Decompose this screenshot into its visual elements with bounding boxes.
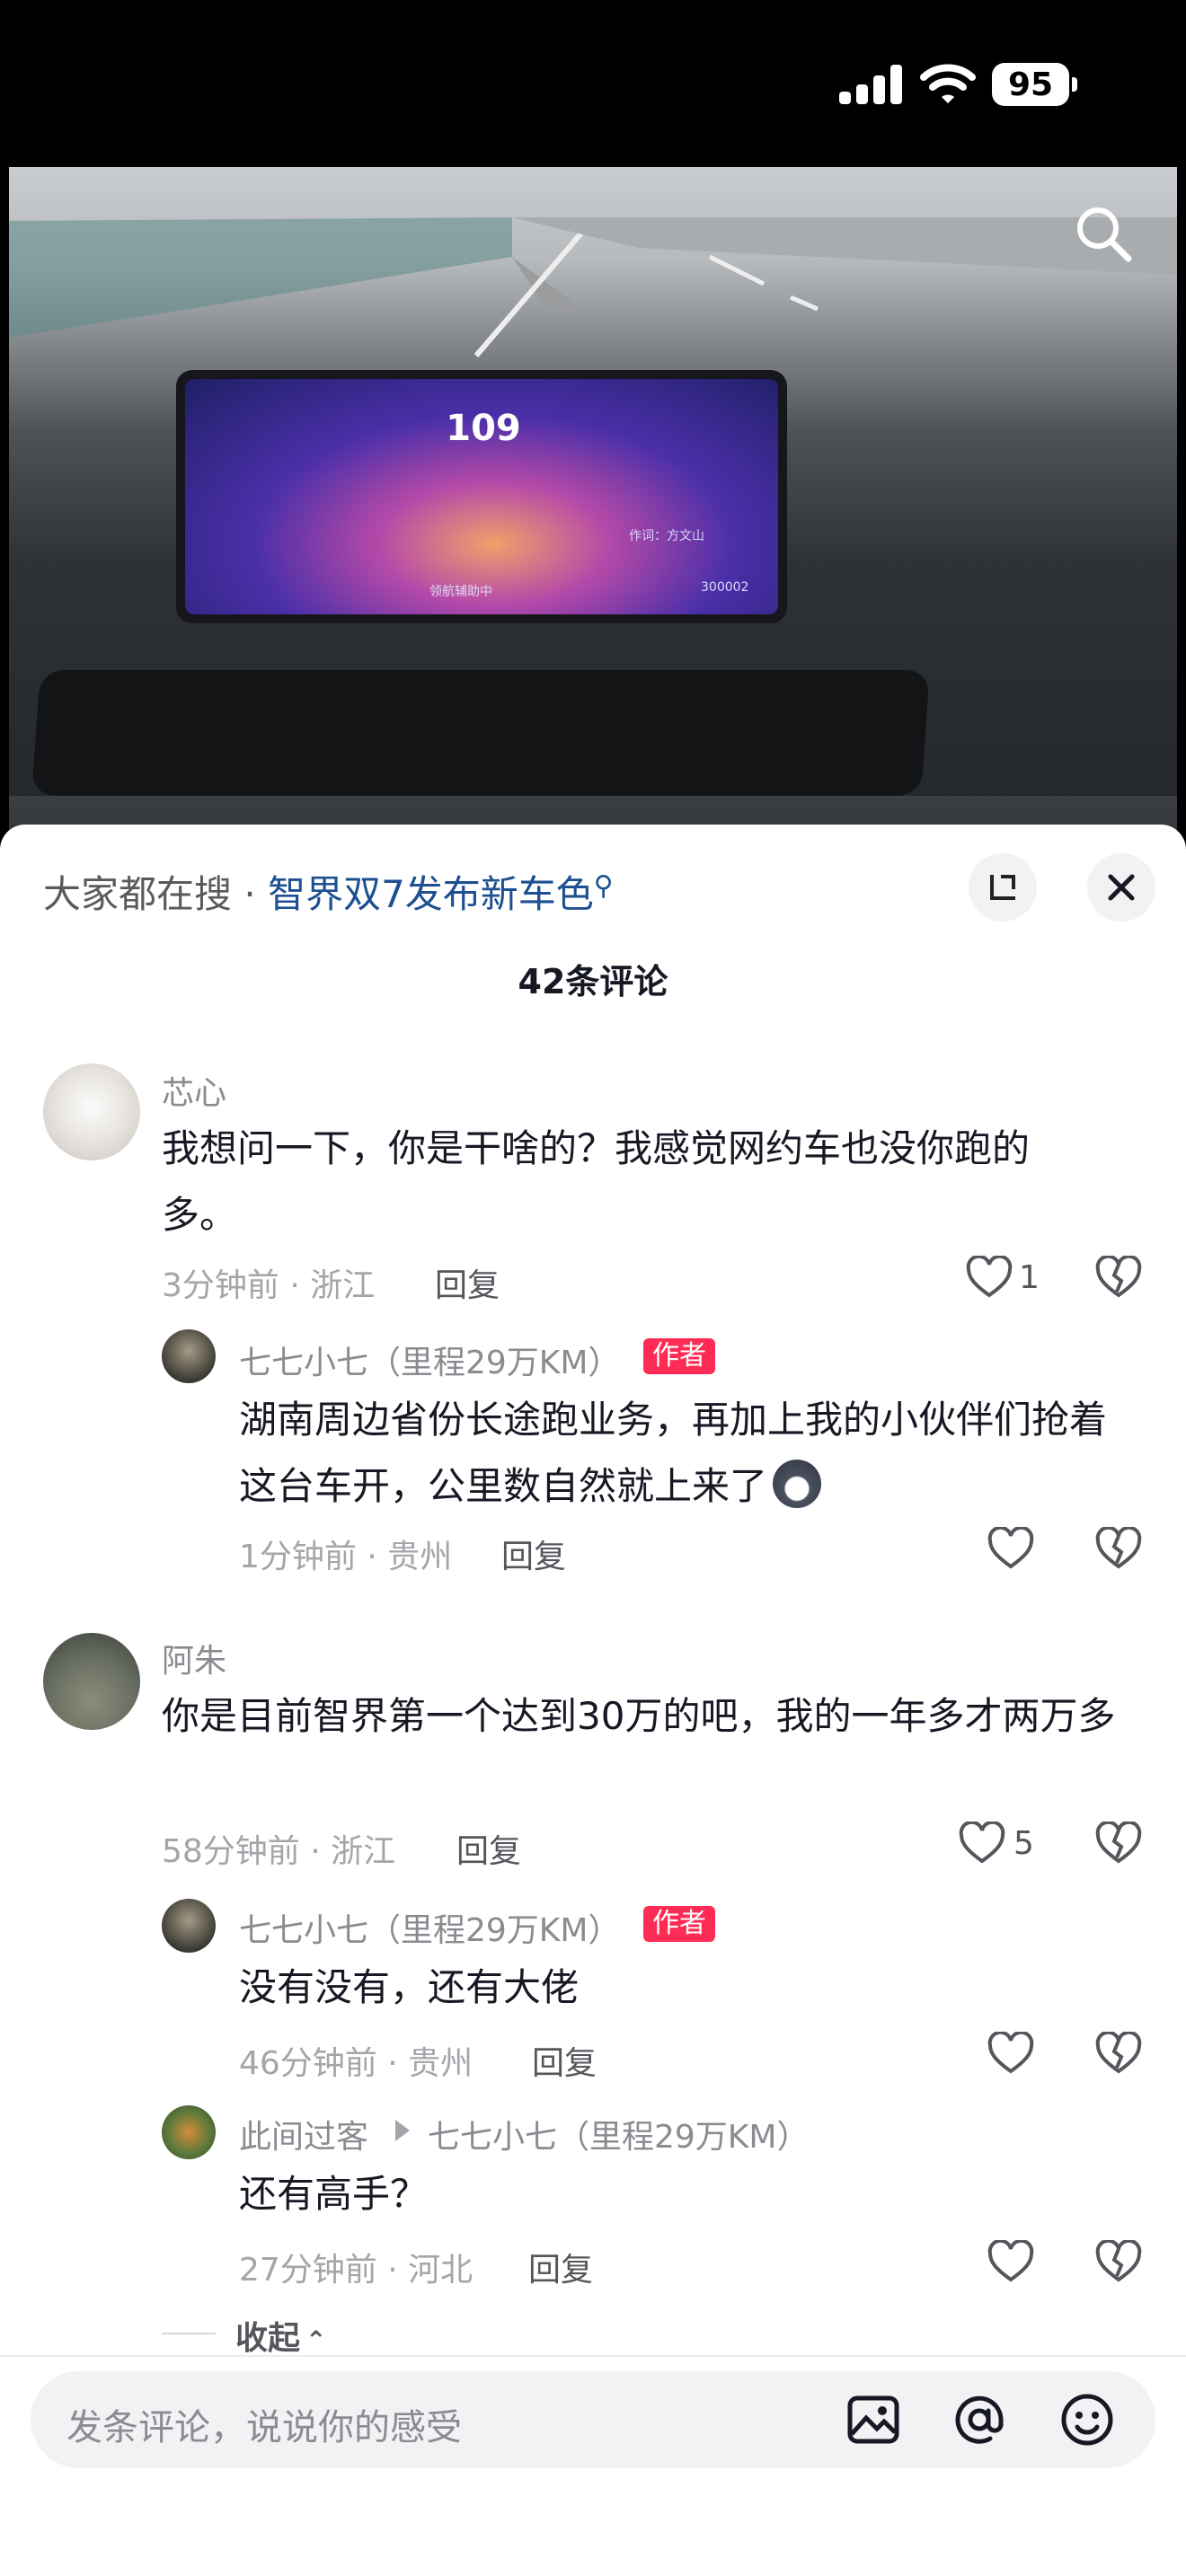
reply-time-location: 1分钟前 · 贵州	[239, 1539, 453, 1575]
reply-username[interactable]: 七七小七（里程29万KM）	[239, 1337, 620, 1383]
reply-username[interactable]: 此间过客	[239, 2111, 368, 2157]
collapse-divider	[162, 2333, 216, 2334]
comment-username[interactable]: 芯心	[162, 1067, 226, 1114]
avatar[interactable]	[43, 1063, 140, 1160]
heart-icon[interactable]	[987, 2032, 1035, 2077]
expand-button[interactable]	[969, 853, 1037, 922]
husky-emoji-icon	[773, 1460, 822, 1508]
comment-username[interactable]: 阿朱	[162, 1635, 226, 1681]
reply-button[interactable]: 回复	[456, 1825, 521, 1872]
reply-button[interactable]: 回复	[528, 2244, 593, 2290]
broken-heart-icon[interactable]	[1094, 1527, 1143, 1572]
search-icon[interactable]	[1069, 199, 1137, 268]
broken-heart-icon[interactable]	[1094, 1256, 1143, 1301]
heart-icon[interactable]	[958, 1822, 1006, 1866]
expand-icon	[990, 875, 1015, 900]
video-player[interactable]: 109 作词：方文山 300002 领航辅助中	[9, 167, 1177, 832]
comment-text: 你是目前智界第一个达到30万的吧，我的一年多才两万多	[162, 1694, 1116, 1738]
reply-button[interactable]: 回复	[532, 2037, 597, 2084]
broken-heart-icon[interactable]	[1094, 2032, 1143, 2077]
author-badge: 作者	[643, 1338, 715, 1374]
screen-status: 领航辅助中	[429, 585, 492, 599]
reply-time-location: 27分钟前 · 河北	[239, 2252, 474, 2289]
reply-button[interactable]: 回复	[501, 1531, 566, 1577]
reply-text: 没有没有，还有大佬	[239, 1965, 580, 2009]
close-icon	[1108, 874, 1135, 901]
reply-text: 还有高手？	[239, 2172, 429, 2216]
broken-heart-icon[interactable]	[1094, 2240, 1143, 2285]
avatar[interactable]	[162, 1899, 216, 1953]
reply-username[interactable]: 七七小七（里程29万KM）	[239, 1904, 620, 1951]
heart-icon[interactable]	[987, 2240, 1035, 2285]
like-count: 5	[1013, 1825, 1034, 1862]
status-bar: 95	[0, 0, 1186, 167]
comment-input-placeholder: 发条评论，说说你的感受	[66, 2407, 462, 2448]
cellular-signal-icon	[839, 65, 902, 104]
heart-icon[interactable]	[987, 1527, 1035, 1572]
close-button[interactable]	[1087, 853, 1155, 922]
reply-time-location: 46分钟前 · 贵州	[239, 2045, 474, 2082]
author-badge: 作者	[643, 1906, 715, 1942]
reply-text: 湖南周边省份长途跑业务，再加上我的小伙伴们抢着这台车开，公里数自然就上来了	[239, 1398, 1108, 1508]
chevron-up-icon: ⌃	[305, 2325, 327, 2355]
hot-search-keyword[interactable]: 智界双7发布新车色	[268, 872, 594, 916]
comment-time-location: 58分钟前 · 浙江	[162, 1833, 396, 1870]
battery-indicator: 95	[992, 63, 1077, 106]
small-search-icon: ⚲	[593, 870, 614, 902]
avatar[interactable]	[162, 2105, 216, 2159]
avatar[interactable]	[43, 1633, 140, 1730]
reply-to-username[interactable]: 七七小七（里程29万KM）	[428, 2111, 809, 2157]
comment-count: 42条评论	[518, 962, 668, 1001]
hot-search-prefix: 大家都在搜 ·	[43, 872, 269, 916]
emoji-icon[interactable]	[1058, 2391, 1116, 2448]
broken-heart-icon[interactable]	[1094, 1822, 1143, 1866]
at-icon[interactable]	[951, 2391, 1008, 2448]
comment-text: 我想问一下，你是干啥的？我感觉网约车也没你跑的多。	[162, 1126, 1031, 1237]
reply-button[interactable]: 回复	[435, 1259, 500, 1306]
screen-lyric: 作词：方文山	[629, 529, 704, 543]
screen-speed: 109	[446, 408, 521, 449]
dashboard-mat	[31, 670, 930, 796]
collapse-replies-button[interactable]: 收起 ⌃	[235, 2312, 326, 2359]
avatar[interactable]	[162, 1329, 216, 1383]
screen-odometer: 300002	[701, 580, 749, 595]
reply-to-arrow-icon	[395, 2120, 410, 2141]
wifi-icon	[920, 64, 976, 103]
like-count: 1	[1019, 1259, 1040, 1296]
input-divider	[0, 2355, 1186, 2357]
comment-time-location: 3分钟前 · 浙江	[162, 1267, 376, 1304]
heart-icon[interactable]	[965, 1256, 1013, 1301]
hot-search-banner[interactable]: 大家都在搜 · 智界双7发布新车色⚲	[43, 864, 614, 919]
image-icon[interactable]	[845, 2391, 902, 2448]
